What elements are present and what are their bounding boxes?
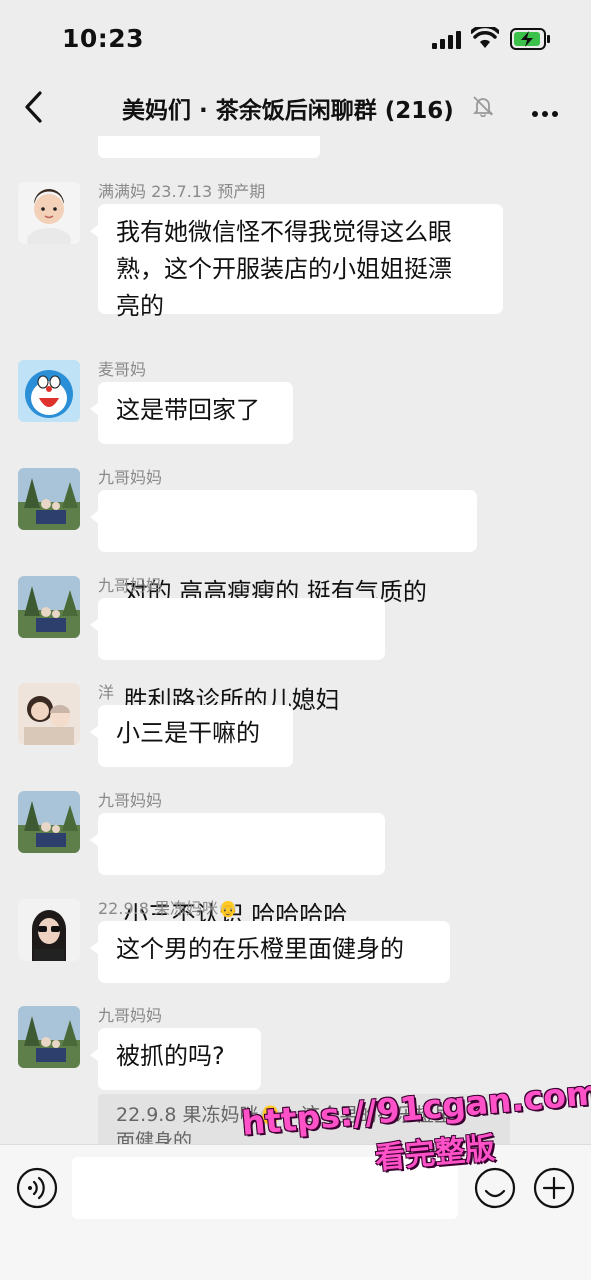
message-bubble[interactable]: 小三不认识 哈哈哈哈 xyxy=(90,813,385,929)
scenery-avatar[interactable] xyxy=(18,1006,80,1068)
sender-name: 满满妈 23.7.13 预产期 xyxy=(98,182,266,201)
scenery-avatar[interactable] xyxy=(18,791,80,853)
sender-name: 洋 xyxy=(98,683,115,702)
sunglasses-woman-avatar[interactable] xyxy=(18,899,80,961)
chat-title: 美妈们 · 茶余饭后闲聊群 (216) xyxy=(122,98,454,124)
scenery-avatar[interactable] xyxy=(18,576,80,638)
sender-name: 九哥妈妈 xyxy=(98,1006,163,1025)
status-bar: 10:23 xyxy=(0,0,591,78)
cellular-signal-icon xyxy=(432,31,461,49)
message-bubble[interactable]: 被抓的吗? xyxy=(90,1028,261,1090)
message-line: 这是带回家了 xyxy=(116,396,260,424)
chat-header: 美妈们 · 茶余饭后闲聊群 (216) xyxy=(0,78,591,136)
sender-name: 麦哥妈 xyxy=(98,360,147,379)
message-line: 小三是干嘛的 xyxy=(116,719,260,747)
battery-charging-icon xyxy=(510,28,550,50)
more-dots-icon[interactable] xyxy=(532,102,562,121)
voice-icon[interactable] xyxy=(16,1167,58,1209)
message-line: 熟，这个开服装店的小姐姐挺漂 xyxy=(116,255,452,283)
message-bubble[interactable]: 我有她微信怪不得我觉得这么眼 熟，这个开服装店的小姐姐挺漂 亮的 xyxy=(90,204,503,320)
doraemon-avatar[interactable] xyxy=(18,360,80,422)
baby-avatar[interactable] xyxy=(18,182,80,244)
message-line: 亮的 xyxy=(116,292,164,320)
message-line: 被抓的吗? xyxy=(116,1042,225,1070)
message-line: 我有她微信怪不得我觉得这么眼 xyxy=(116,218,452,246)
message-line: 这个男的在乐橙里面健身的 xyxy=(116,935,404,963)
chat-messages[interactable]: 满满妈 23.7.13 预产期 我有她微信怪不得我觉得这么眼 熟，这个开服装店的… xyxy=(0,136,591,1144)
sender-name: 22.9.8 果冻妈咪👴 xyxy=(98,899,238,918)
muted-bell-icon xyxy=(472,96,494,117)
scenery-avatar[interactable] xyxy=(18,468,80,530)
message-bubble[interactable]: 胜利路诊所的儿媳妇 xyxy=(90,598,385,714)
message-bubble[interactable]: 这个男的在乐橙里面健身的 xyxy=(90,921,450,983)
message-bubble[interactable]: 小三是干嘛的 xyxy=(90,705,293,767)
status-time: 10:23 xyxy=(62,24,145,53)
mother-child-avatar[interactable] xyxy=(18,683,80,745)
wifi-icon xyxy=(471,27,499,48)
sender-name: 九哥妈妈 xyxy=(98,576,163,595)
sender-name: 九哥妈妈 xyxy=(98,468,163,487)
sender-name: 九哥妈妈 xyxy=(98,791,163,810)
previous-message-bubble[interactable] xyxy=(98,136,320,158)
message-bubble[interactable]: 这是带回家了 xyxy=(90,382,293,444)
message-bubble[interactable]: 对的 高高瘦瘦的 挺有气质的 xyxy=(90,490,477,606)
back-chevron-icon[interactable] xyxy=(20,90,50,124)
